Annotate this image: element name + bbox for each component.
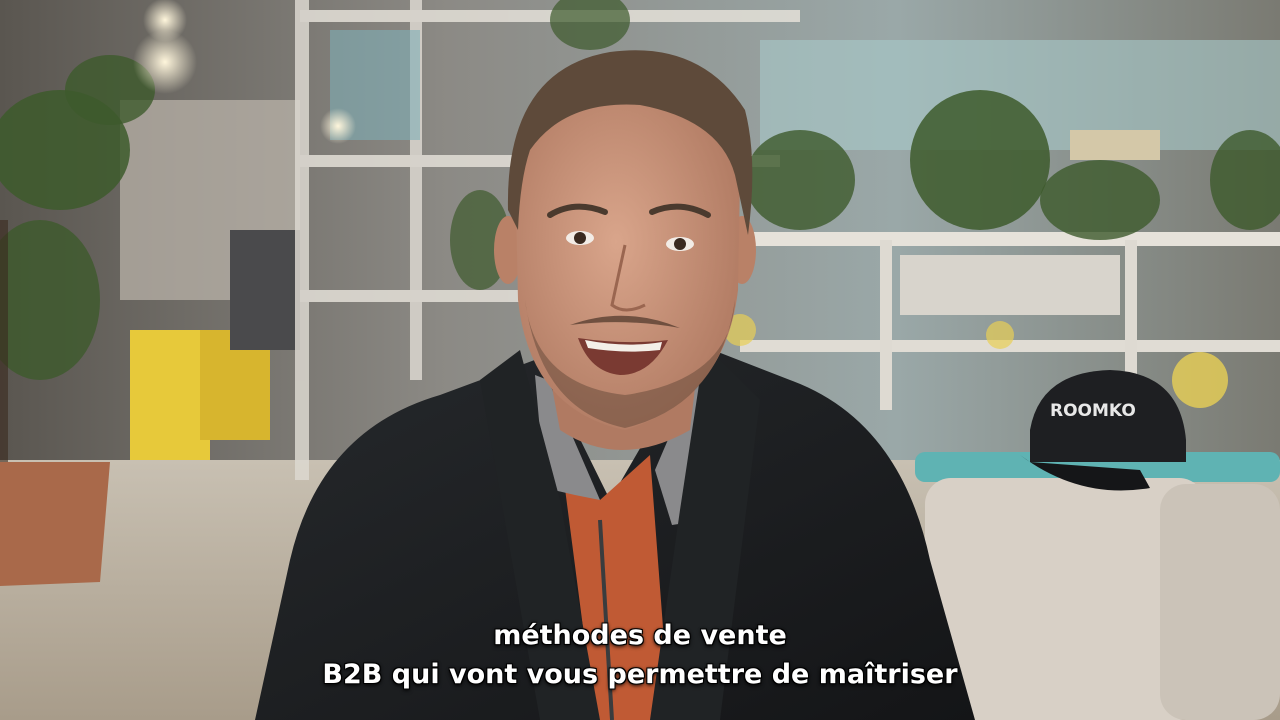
subtitle-line-2: B2B qui vont vous permettre de maîtriser <box>322 659 958 690</box>
subtitle-line-1: méthodes de vente <box>493 620 787 651</box>
cap-logo: ROOMKO <box>1050 401 1136 421</box>
yellow-bin <box>130 330 210 460</box>
subtitle-overlay: méthodes de vente B2B qui vont vous perm… <box>0 616 1280 694</box>
plant-pot <box>0 462 110 586</box>
video-scene: ROOMKO <box>0 0 1280 720</box>
video-frame[interactable]: ROOMKO méthodes de vente B2B qui vont vo… <box>0 0 1280 720</box>
